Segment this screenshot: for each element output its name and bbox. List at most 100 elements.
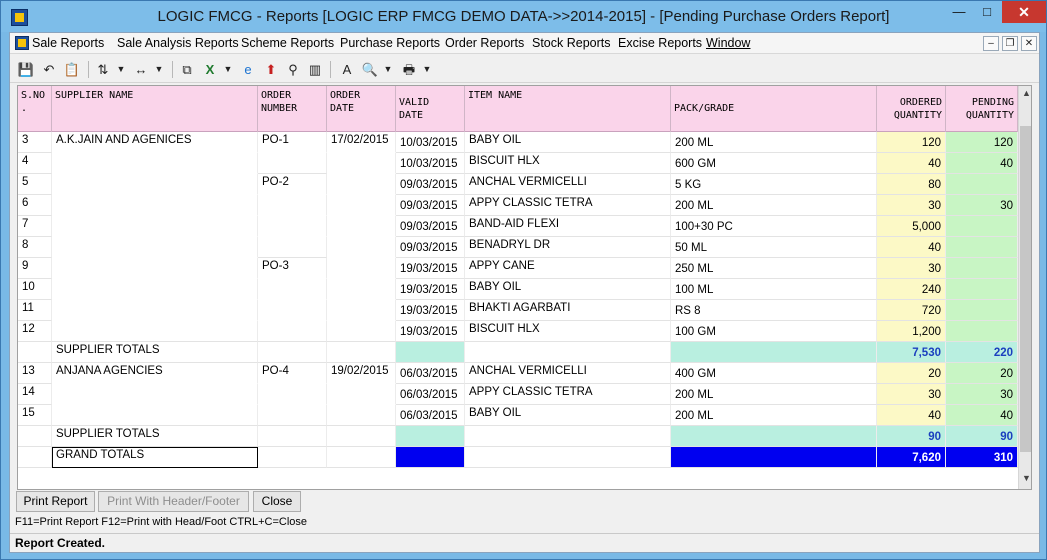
menu-scheme-reports[interactable]: Scheme Reports: [241, 36, 334, 50]
menu-order-reports[interactable]: Order Reports: [445, 36, 524, 50]
table-row[interactable]: 9 PO-3 19/03/2015 APPY CANE 250 ML 30: [18, 258, 1018, 279]
find-icon[interactable]: ⚲: [284, 61, 302, 78]
table-row[interactable]: 15 06/03/2015 BABY OIL 200 ML 40 40: [18, 405, 1018, 426]
column-width-icon[interactable]: ↔: [132, 61, 150, 78]
export-icon[interactable]: 📋: [63, 61, 81, 78]
cell-pending-quantity: 220: [946, 342, 1018, 363]
column-dropdown-icon[interactable]: ▼: [150, 61, 168, 78]
column-header-order-date[interactable]: ORDER DATE: [327, 86, 396, 132]
cell-pack-grade: 100 GM: [671, 321, 877, 342]
column-header-supplier[interactable]: SUPPLIER NAME: [52, 86, 258, 132]
sort-icon[interactable]: ⇅: [94, 61, 112, 78]
chart-icon[interactable]: ▥: [306, 61, 324, 78]
cell-supplier: A.K.JAIN AND AGENICES: [52, 132, 258, 153]
column-header-sno[interactable]: S.NO .: [18, 86, 52, 132]
menu-sale-reports[interactable]: Sale Reports: [32, 36, 104, 50]
menu-window[interactable]: Window: [706, 36, 750, 50]
copy-icon[interactable]: ⧉: [178, 61, 196, 78]
cell-supplier: [52, 237, 258, 258]
scrollbar-thumb[interactable]: [1020, 126, 1031, 452]
table-row[interactable]: 7 09/03/2015 BAND-AID FLEXI 100+30 PC 5,000: [18, 216, 1018, 237]
cell-item-name: APPY CLASSIC TETRA: [465, 384, 671, 405]
cell-ordered-quantity: 80: [877, 174, 946, 195]
grand-total-row[interactable]: GRAND TOTALS 7,620 310: [18, 447, 1018, 468]
font-icon[interactable]: A: [338, 61, 356, 78]
sort-dropdown-icon[interactable]: ▼: [112, 61, 130, 78]
cell-order-number: [258, 300, 327, 321]
cell-item-name: [465, 426, 671, 447]
menu-purchase-reports[interactable]: Purchase Reports: [340, 36, 440, 50]
cell-valid-date: 10/03/2015: [396, 153, 465, 174]
cell-supplier: [52, 300, 258, 321]
scroll-down-arrow-icon[interactable]: ▼: [1019, 473, 1031, 487]
cell-order-number: [258, 447, 327, 468]
menu-bar: Sale Reports Sale Analysis Reports Schem…: [10, 33, 1039, 54]
close-button[interactable]: Close: [253, 491, 301, 512]
menu-sale-analysis-reports[interactable]: Sale Analysis Reports: [117, 36, 239, 50]
print-with-header-footer-button[interactable]: Print With Header/Footer: [98, 491, 249, 512]
cell-pending-quantity: 30: [946, 195, 1018, 216]
cell-ordered-quantity: 720: [877, 300, 946, 321]
supplier-total-row[interactable]: SUPPLIER TOTALS 90 90: [18, 426, 1018, 447]
print-dropdown-icon[interactable]: ▼: [418, 61, 436, 78]
table-row[interactable]: 14 06/03/2015 APPY CLASSIC TETRA 200 ML 30 30: [18, 384, 1018, 405]
document-icon[interactable]: [15, 36, 29, 50]
cell-sno: 11: [18, 300, 52, 321]
cell-sno: 3: [18, 132, 52, 153]
column-header-valid-date[interactable]: VALID DATE: [396, 86, 465, 132]
cell-order-date: [327, 237, 396, 258]
preview-dropdown-icon[interactable]: ▼: [379, 61, 397, 78]
table-row[interactable]: 12 19/03/2015 BISCUIT HLX 100 GM 1,200: [18, 321, 1018, 342]
cell-order-date: [327, 447, 396, 468]
table-row[interactable]: 8 09/03/2015 BENADRYL DR 50 ML 40: [18, 237, 1018, 258]
column-header-ordered-quantity[interactable]: ORDERED QUANTITY: [877, 86, 946, 132]
maximize-button[interactable]: □: [973, 1, 1001, 23]
cell-pack-grade: 200 ML: [671, 384, 877, 405]
excel-icon[interactable]: X: [201, 61, 219, 78]
browser-icon[interactable]: e: [239, 61, 257, 78]
cell-pending-quantity: [946, 321, 1018, 342]
vertical-scrollbar[interactable]: ▲ ▼: [1018, 86, 1031, 489]
column-header-pending-quantity[interactable]: PENDING QUANTITY: [946, 86, 1018, 132]
table-row[interactable]: 13 ANJANA AGENCIES PO-4 19/02/2015 06/03/201…: [18, 363, 1018, 384]
undo-icon[interactable]: ↶: [40, 61, 58, 78]
cell-item-name: BABY OIL: [465, 405, 671, 426]
cell-ordered-quantity: 7,530: [877, 342, 946, 363]
cell-item-name: APPY CLASSIC TETRA: [465, 195, 671, 216]
supplier-total-row[interactable]: SUPPLIER TOTALS 7,530 220: [18, 342, 1018, 363]
menu-excise-reports[interactable]: Excise Reports: [618, 36, 702, 50]
mdi-minimize-button[interactable]: –: [983, 36, 999, 51]
cell-order-date: [327, 426, 396, 447]
title-bar[interactable]: LOGIC FMCG - Reports [LOGIC ERP FMCG DEM…: [1, 1, 1046, 32]
table-row[interactable]: 11 19/03/2015 BHAKTI AGARBATI RS 8 720: [18, 300, 1018, 321]
table-row[interactable]: 4 10/03/2015 BISCUIT HLX 600 GM 40 40: [18, 153, 1018, 174]
cell-pack-grade: 100+30 PC: [671, 216, 877, 237]
mdi-close-button[interactable]: ✕: [1021, 36, 1037, 51]
column-header-item-name[interactable]: ITEM NAME: [465, 86, 671, 132]
cell-ordered-quantity: 40: [877, 405, 946, 426]
table-row[interactable]: 5 PO-2 09/03/2015 ANCHAL VERMICELLI 5 KG 80: [18, 174, 1018, 195]
cell-ordered-quantity: 5,000: [877, 216, 946, 237]
cell-pack-grade: 50 ML: [671, 237, 877, 258]
table-row[interactable]: 10 19/03/2015 BABY OIL 100 ML 240: [18, 279, 1018, 300]
save-icon[interactable]: 💾: [17, 61, 35, 78]
table-row[interactable]: 3 A.K.JAIN AND AGENICES PO-1 17/02/2015 10/0…: [18, 132, 1018, 153]
scroll-up-arrow-icon[interactable]: ▲: [1019, 88, 1031, 102]
print-report-button[interactable]: Print Report: [16, 491, 95, 512]
menu-stock-reports[interactable]: Stock Reports: [532, 36, 611, 50]
cell-sno: [18, 426, 52, 447]
cell-order-date: [327, 384, 396, 405]
close-window-button[interactable]: ✕: [1002, 1, 1046, 23]
report-grid[interactable]: S.NO . SUPPLIER NAME ORDER NUMBER ORDER …: [17, 85, 1032, 490]
table-row[interactable]: 6 09/03/2015 APPY CLASSIC TETRA 200 ML 30 30: [18, 195, 1018, 216]
cell-ordered-quantity: 7,620: [877, 447, 946, 468]
column-header-order-number[interactable]: ORDER NUMBER: [258, 86, 327, 132]
excel-dropdown-icon[interactable]: ▼: [219, 61, 237, 78]
minimize-button[interactable]: —: [945, 1, 973, 23]
print-icon[interactable]: 🖶: [400, 61, 418, 78]
column-header-pack-grade[interactable]: PACK/GRADE: [671, 86, 877, 132]
upload-icon[interactable]: ⬆: [262, 61, 280, 78]
mdi-restore-button[interactable]: ❐: [1002, 36, 1018, 51]
print-preview-icon[interactable]: 🔍: [361, 61, 379, 78]
cell-pending-quantity: 120: [946, 132, 1018, 153]
